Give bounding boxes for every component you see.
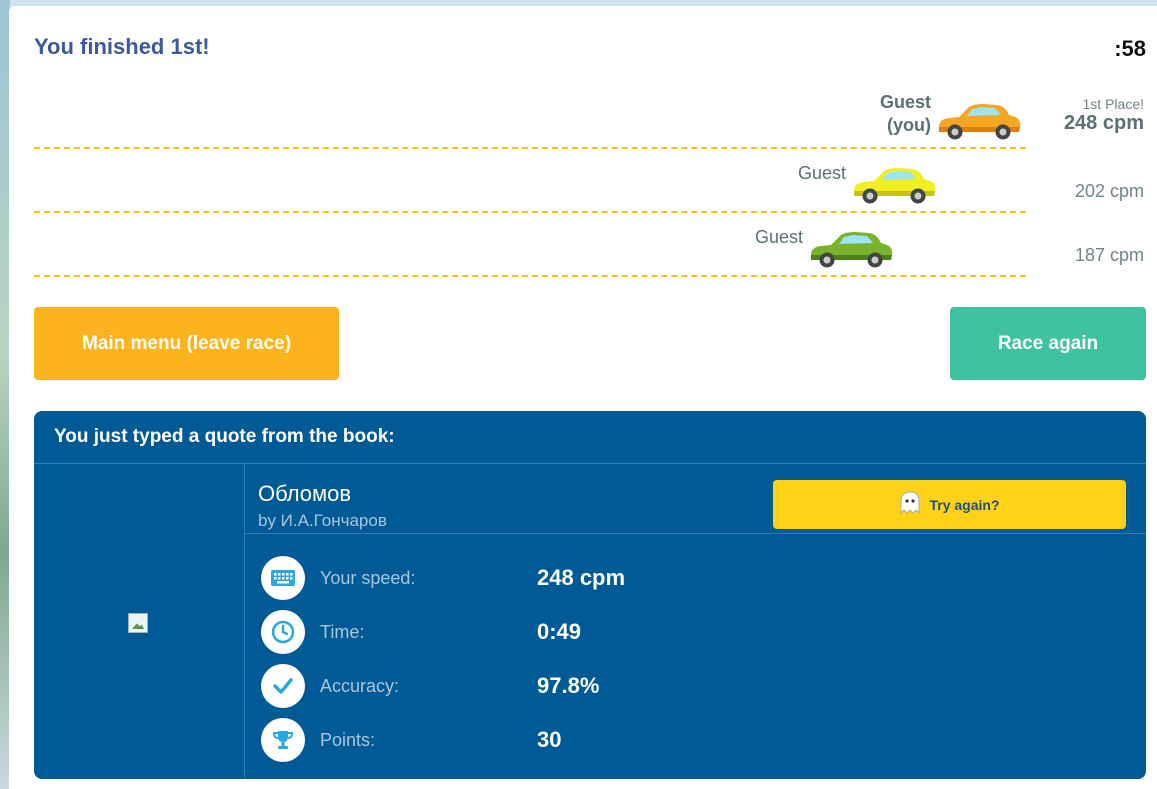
- stat-label: Time:: [320, 621, 365, 642]
- race-lane-1: Guest (you): [34, 83, 1026, 149]
- racer-name: Guest (you): [880, 91, 931, 137]
- racer-speed: 202 cpm: [1074, 181, 1144, 201]
- stat-value: 30: [537, 727, 562, 752]
- racer-name-you: (you): [887, 115, 931, 135]
- racer-3-stats: 187 cpm: [1075, 245, 1144, 266]
- stat-row-accuracy: Accuracy: 97.8%: [245, 659, 1146, 713]
- stat-label: Accuracy:: [320, 675, 400, 696]
- racer-2: Guest: [798, 162, 936, 205]
- car-green-icon: [811, 232, 893, 268]
- book-cover-column: [34, 464, 245, 779]
- keyboard-icon: [261, 556, 305, 600]
- quote-info-box: You just typed a quote from the book: Об…: [34, 411, 1146, 779]
- stat-label: Your speed:: [320, 567, 416, 588]
- page-title: You finished 1st!: [34, 34, 210, 59]
- main-menu-button[interactable]: Main menu (leave race): [34, 307, 339, 380]
- checkmark-icon: [261, 664, 305, 708]
- racer-3: Guest: [755, 226, 893, 269]
- book-title: Обломов: [258, 481, 352, 506]
- try-again-label: Try again?: [929, 496, 1000, 513]
- car-orange-icon: [939, 104, 1021, 140]
- stat-row-speed: Your speed: 248 cpm: [245, 551, 1146, 605]
- book-author: by И.А.Гончаров: [258, 511, 387, 530]
- racer-1: Guest (you): [880, 91, 1021, 141]
- trophy-icon: [261, 718, 305, 762]
- try-again-button[interactable]: Try again?: [773, 480, 1126, 529]
- stat-value: 248 cpm: [537, 565, 626, 590]
- book-cover-image: [128, 613, 148, 633]
- racer-2-stats: 202 cpm: [1075, 181, 1144, 202]
- book-info: Обломов by И.А.Гончаров Try again?: [245, 464, 1146, 534]
- racer-name: Guest: [754, 227, 803, 247]
- race-again-button[interactable]: Race again: [950, 307, 1146, 380]
- stat-row-points: Points: 30: [245, 713, 1146, 767]
- stat-value: 97.8%: [537, 673, 600, 698]
- racer-name: Guest: [797, 163, 846, 183]
- car-yellow-icon: [854, 168, 936, 204]
- stat-value: 0:49: [537, 619, 582, 644]
- racer-name-line: Guest: [879, 92, 931, 112]
- typing-stats: Your speed: 248 cpm Time: 0:49 Accuracy:…: [245, 551, 1146, 767]
- ghost-icon: [899, 490, 921, 519]
- race-lane-3: Guest: [34, 211, 1026, 277]
- racer-speed: 187 cpm: [1074, 245, 1144, 265]
- racer-speed: 248 cpm: [1063, 112, 1144, 134]
- racer-1-stats: 1st Place! 248 cpm: [1064, 96, 1144, 135]
- stat-row-time: Time: 0:49: [245, 605, 1146, 659]
- clock-icon: [261, 610, 305, 654]
- stat-label: Points:: [320, 729, 376, 750]
- race-results-panel: You finished 1st! :58 Guest (you) 1st Pl…: [9, 6, 1157, 789]
- race-timer: :58: [1114, 36, 1146, 61]
- quote-header: You just typed a quote from the book:: [34, 411, 1146, 464]
- place-label: 1st Place!: [1082, 96, 1144, 112]
- race-lane-2: Guest: [34, 147, 1026, 213]
